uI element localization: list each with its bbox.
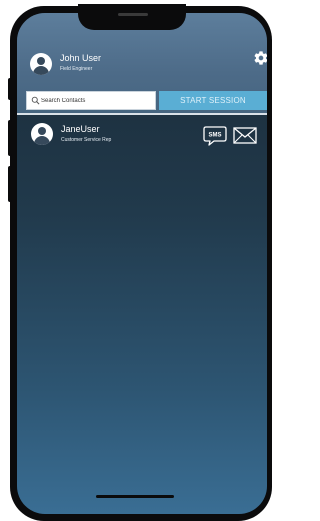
- side-button-volume-down: [8, 166, 12, 202]
- phone-frame: John User Field Engineer START SESSION J…: [10, 4, 272, 521]
- envelope-icon[interactable]: [233, 127, 257, 144]
- current-user-role: Field Engineer: [60, 66, 93, 72]
- home-indicator[interactable]: [96, 495, 174, 498]
- contact-avatar-icon: [31, 123, 53, 145]
- start-session-button[interactable]: START SESSION: [159, 91, 267, 110]
- app-screen: John User Field Engineer START SESSION J…: [17, 13, 267, 514]
- side-button-mute: [8, 78, 12, 100]
- search-icon: [31, 96, 40, 105]
- user-avatar-icon: [30, 53, 52, 75]
- search-box: [26, 91, 156, 110]
- sms-icon-label: SMS: [208, 133, 221, 139]
- sms-bubble-icon[interactable]: SMS: [203, 125, 227, 147]
- contact-name: JaneUser: [61, 124, 100, 134]
- search-contacts-input[interactable]: [41, 92, 153, 109]
- contact-list-item[interactable]: JaneUser Customer Service Rep SMS: [17, 115, 267, 151]
- current-user-name: John User: [60, 53, 102, 63]
- gear-icon[interactable]: [253, 50, 267, 66]
- side-button-volume-up: [8, 120, 12, 156]
- phone-notch: [78, 4, 186, 30]
- contact-role: Customer Service Rep: [61, 137, 112, 143]
- speaker-grille: [118, 13, 148, 16]
